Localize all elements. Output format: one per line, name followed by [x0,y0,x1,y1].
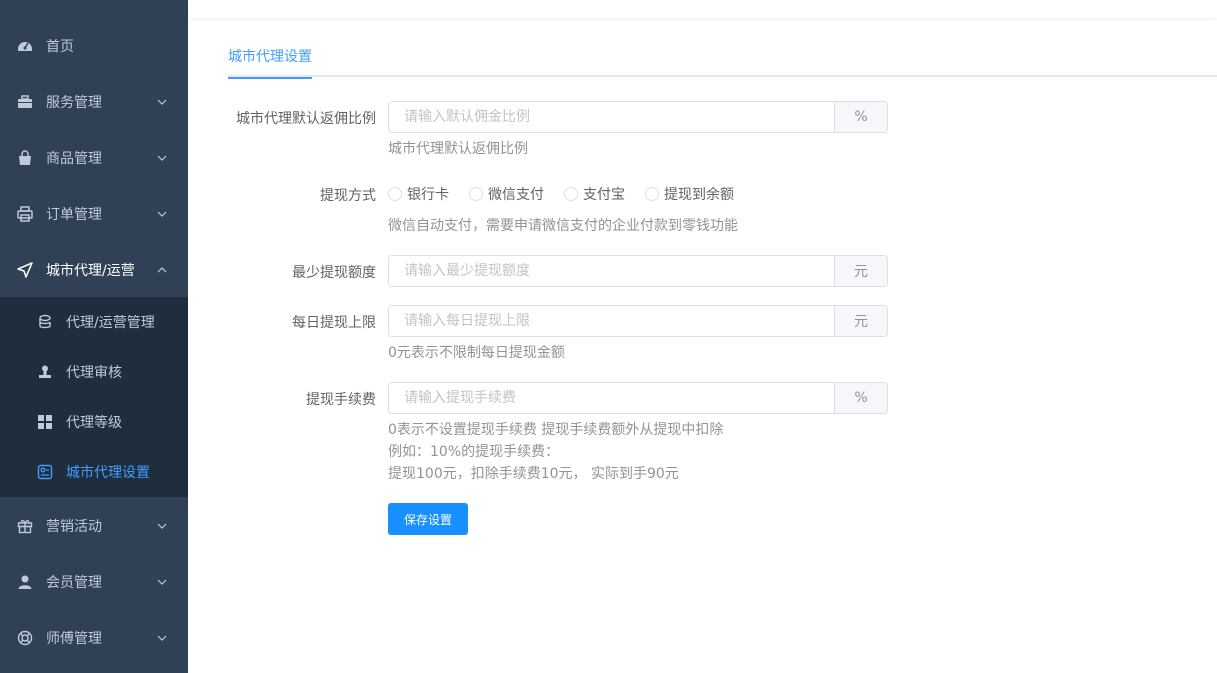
gift-icon [17,518,33,534]
submenu-city-agent: 代理/运营管理 代理审核 代理等级 城市代理设置 [0,297,188,497]
radio-label: 微信支付 [488,187,544,203]
fee-label: 提现手续费 [306,392,376,408]
radio-label: 银行卡 [407,187,449,203]
grid-icon [37,414,53,430]
radio-alipay[interactable]: 支付宝 [564,184,625,204]
rebate-input-group: % [388,101,888,133]
sidebar-item-orders[interactable]: 订单管理 [0,186,188,242]
daily-limit-label: 每日提现上限 [292,315,376,331]
submenu-item-label: 城市代理设置 [66,465,150,481]
submenu-item-agent-levels[interactable]: 代理等级 [0,397,188,447]
radio-circle[interactable] [469,187,483,201]
briefcase-icon [17,94,33,110]
min-amount-input-group: 元 [388,255,888,287]
chevron-down-icon [157,211,167,217]
tab-bar: 城市代理设置 [228,40,1217,79]
submenu-item-city-agent-settings[interactable]: 城市代理设置 [0,447,188,497]
radio-bank-card[interactable]: 银行卡 [388,184,449,204]
send-icon [17,262,33,278]
rebate-input[interactable] [389,102,834,132]
stamp-icon [37,364,53,380]
withdraw-method-radio-group: 银行卡 微信支付 支付宝 提现到余额 [388,184,754,204]
sidebar-item-label: 营销活动 [46,519,102,535]
sidebar-item-label: 师傅管理 [46,631,102,647]
sidebar-item-label: 订单管理 [46,207,102,223]
submenu-item-agent-management[interactable]: 代理/运营管理 [0,297,188,347]
chevron-up-icon [157,267,167,273]
submenu-item-label: 代理等级 [66,415,122,431]
daily-limit-unit: 元 [834,306,887,336]
save-settings-button[interactable]: 保存设置 [388,503,468,535]
coins-icon [37,314,53,330]
fee-input-group: % [388,382,888,414]
radio-to-balance[interactable]: 提现到余额 [645,184,734,204]
submenu-item-agent-review[interactable]: 代理审核 [0,347,188,397]
radio-wechat-pay[interactable]: 微信支付 [469,184,544,204]
sidebar-item-members[interactable]: 会员管理 [0,554,188,610]
chevron-down-icon [157,99,167,105]
user-icon [17,574,33,590]
chevron-down-icon [157,579,167,585]
sidebar-item-label: 会员管理 [46,575,102,591]
tab-city-agent-settings[interactable]: 城市代理设置 [228,40,312,79]
daily-limit-input[interactable] [389,306,834,336]
sidebar-item-services[interactable]: 服务管理 [0,74,188,130]
fee-hint-line2: 例如：10%的提现手续费： [388,444,560,460]
radio-label: 提现到余额 [664,187,734,203]
rebate-hint: 城市代理默认返佣比例 [388,141,528,157]
sidebar-item-label: 商品管理 [46,151,102,167]
rebate-label: 城市代理默认返佣比例 [236,111,376,127]
printer-icon [17,206,33,222]
fee-hint-line1: 0表示不设置提现手续费 提现手续费额外从提现中扣除 [388,422,724,438]
radio-circle[interactable] [564,187,578,201]
sidebar-item-marketing[interactable]: 营销活动 [0,498,188,554]
chevron-down-icon [157,523,167,529]
radio-circle[interactable] [388,187,402,201]
sidebar: 首页 服务管理 商品管理 订单管理 城市代理/运营 代理/运营管理 代理审核 代… [0,0,188,673]
chevron-down-icon [157,155,167,161]
top-navbar [188,0,1217,18]
submenu-item-label: 代理审核 [66,365,122,381]
daily-limit-hint: 0元表示不限制每日提现金额 [388,345,565,361]
sidebar-item-label: 服务管理 [46,95,102,111]
sidebar-item-label: 首页 [46,39,74,55]
dashboard-icon [17,38,33,54]
rebate-unit: % [834,102,887,132]
submenu-item-label: 代理/运营管理 [66,315,155,331]
logo [26,0,146,4]
fee-hint-line3: 提现100元，扣除手续费10元， 实际到手90元 [388,466,679,482]
chevron-down-icon [157,635,167,641]
sidebar-item-label: 城市代理/运营 [46,263,135,279]
fee-unit: % [834,383,887,413]
sidebar-item-home[interactable]: 首页 [0,18,188,74]
fee-input[interactable] [389,383,834,413]
min-amount-unit: 元 [834,256,887,286]
settings-panel-icon [37,464,53,480]
shopping-bag-icon [17,150,33,166]
daily-limit-input-group: 元 [388,305,888,337]
sidebar-item-masters[interactable]: 师傅管理 [0,610,188,666]
lifebuoy-icon [17,630,33,646]
withdraw-method-hint: 微信自动支付，需要申请微信支付的企业付款到零钱功能 [388,218,738,234]
radio-circle[interactable] [645,187,659,201]
withdraw-method-label: 提现方式 [320,188,376,204]
sidebar-item-products[interactable]: 商品管理 [0,130,188,186]
sidebar-item-city-agent[interactable]: 城市代理/运营 [0,242,188,298]
radio-label: 支付宝 [583,187,625,203]
min-amount-label: 最少提现额度 [292,265,376,281]
min-amount-input[interactable] [389,256,834,286]
